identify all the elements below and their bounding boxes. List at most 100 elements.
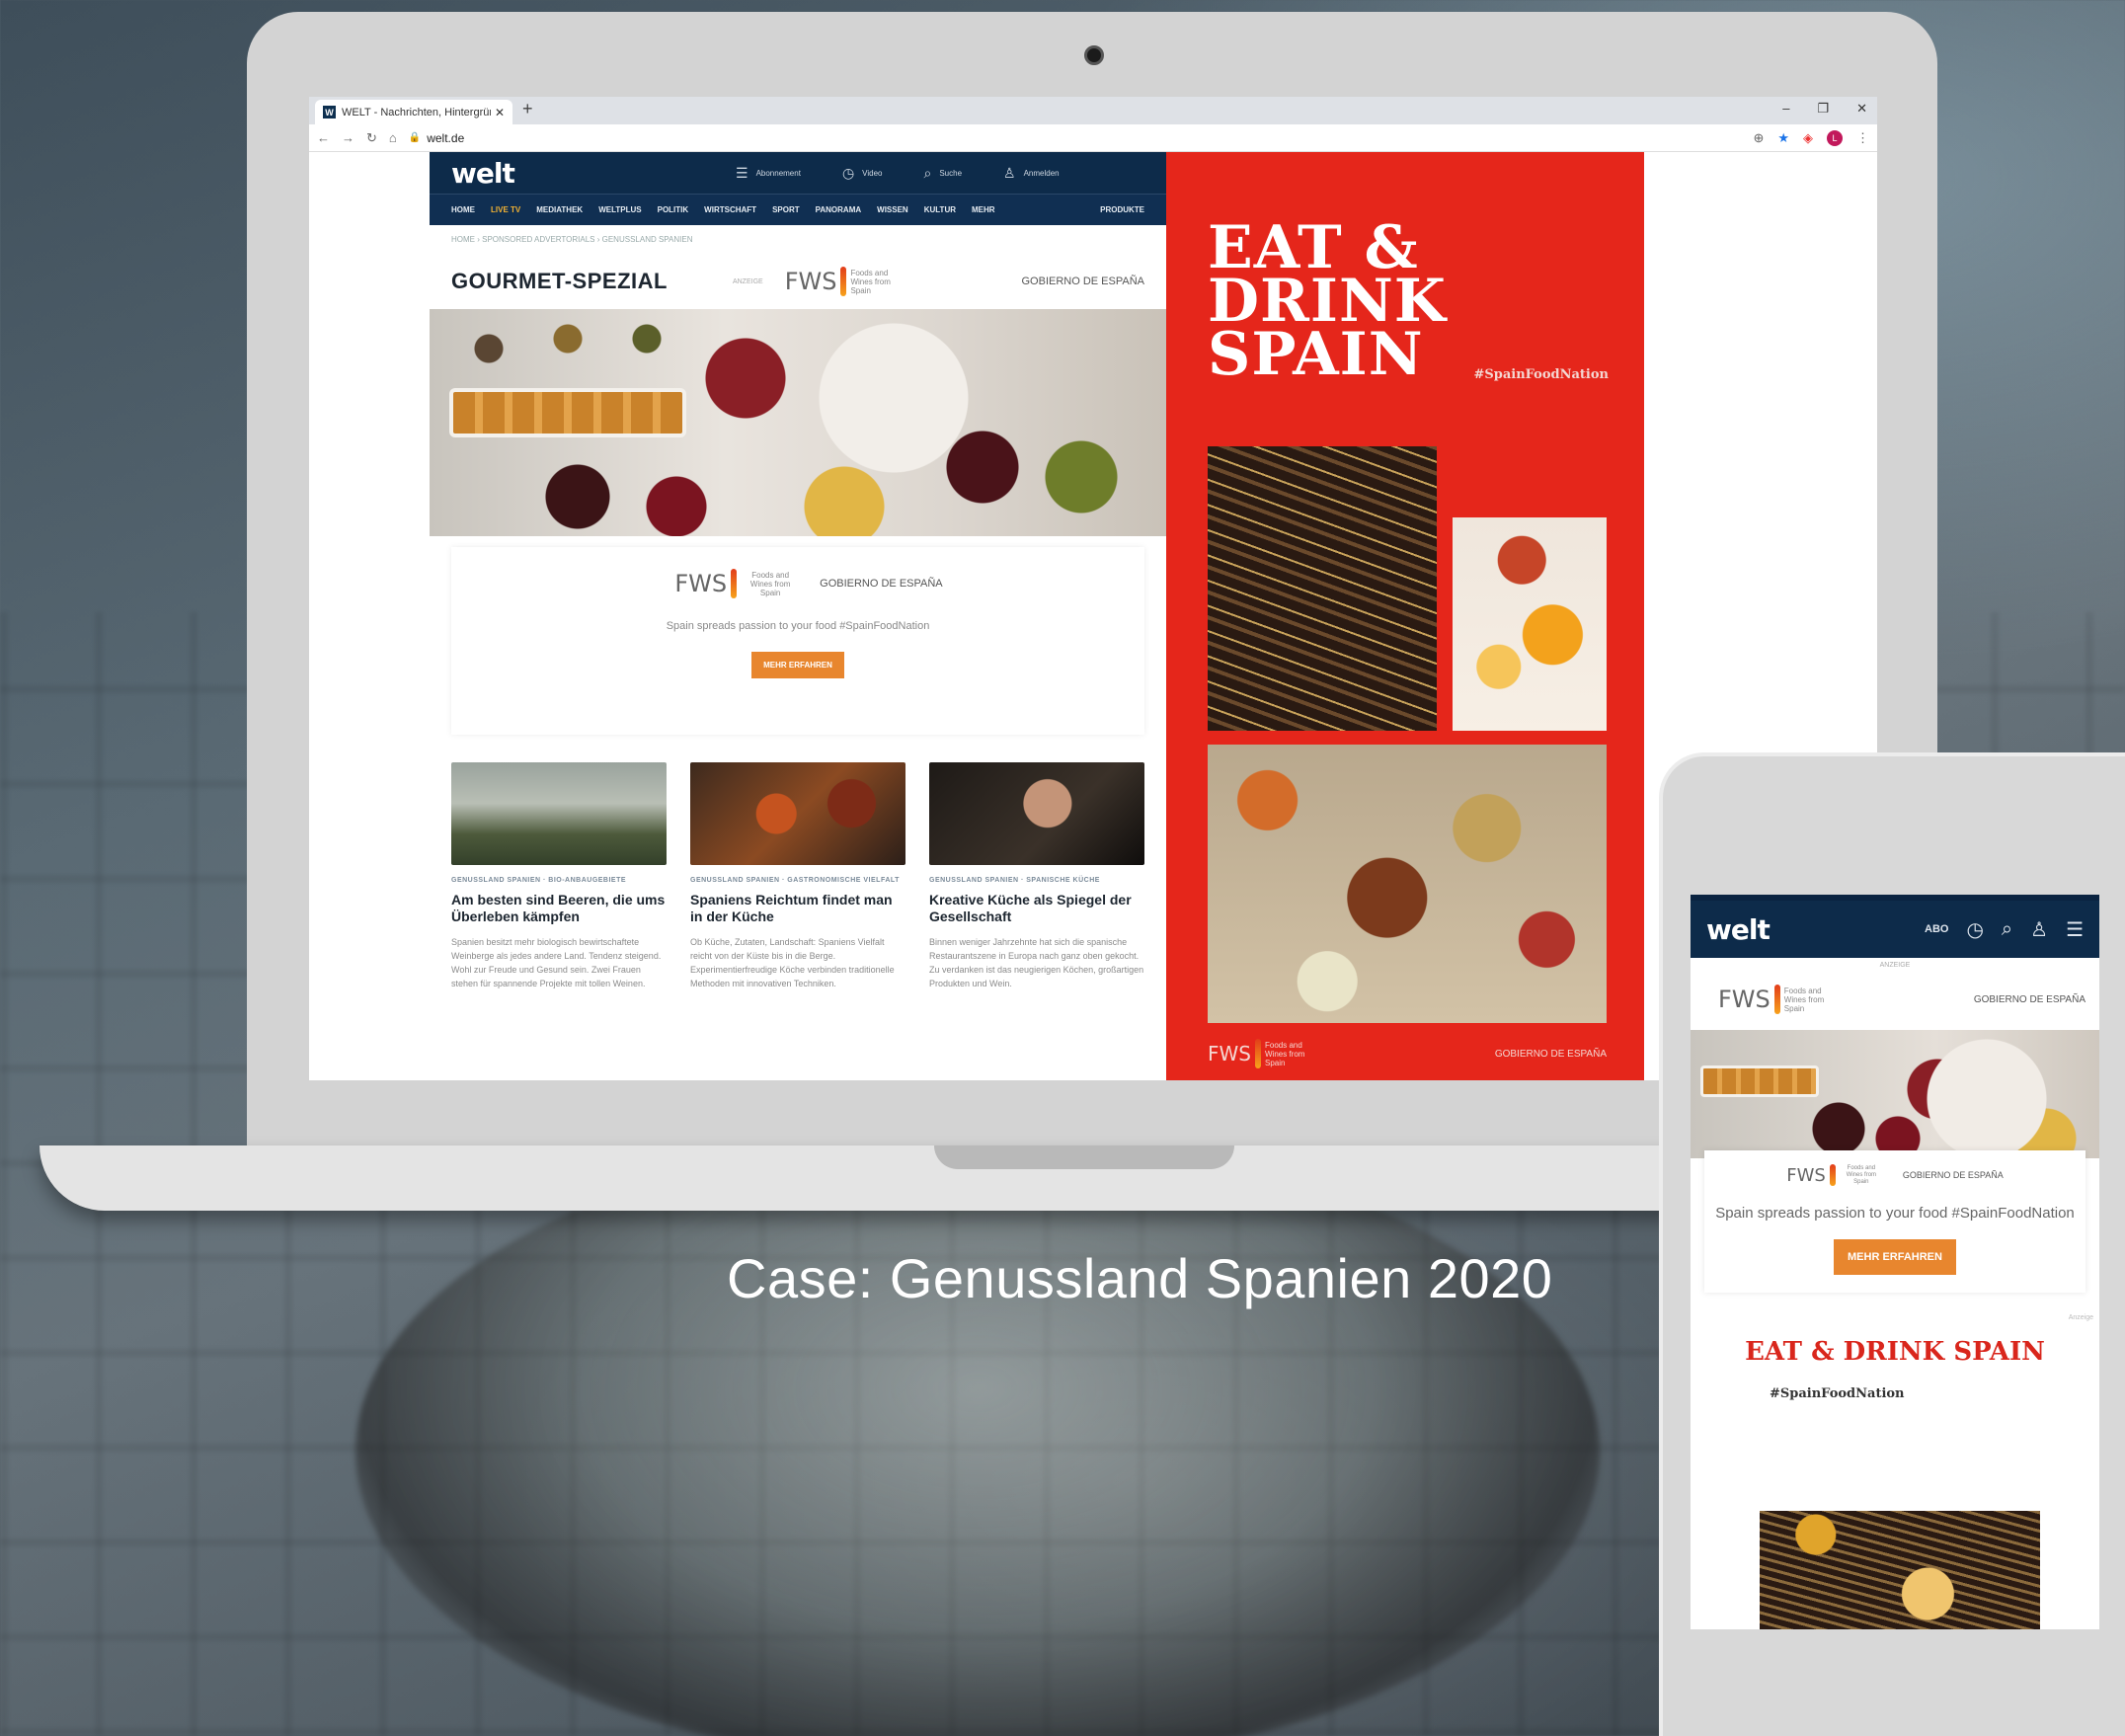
- nav-item-mediathek[interactable]: MEDIATHEK: [536, 205, 583, 214]
- tab-title: WELT - Nachrichten, Hintergründe: [342, 106, 491, 118]
- toolbar-right: ⊕ ★ ◈ L ⋮: [1753, 129, 1869, 146]
- back-icon[interactable]: ←: [317, 130, 330, 145]
- nav-item-kultur[interactable]: KULTUR: [924, 205, 956, 214]
- mobile-promo-box: FWS Foods and Wines from Spain GOBIERNO …: [1704, 1150, 2086, 1293]
- fws-swirl-icon: [840, 267, 847, 296]
- profile-avatar[interactable]: L: [1827, 129, 1843, 146]
- article-title[interactable]: Am besten sind Beeren, die ums Überleben…: [451, 892, 667, 925]
- nav-item-wissen[interactable]: WISSEN: [877, 205, 908, 214]
- mobile-fws-logo[interactable]: FWS Foods and Wines from Spain: [1718, 985, 1844, 1014]
- mobile-anzeige-label: ANZEIGE: [1879, 962, 1911, 969]
- url-text: welt.de: [427, 130, 465, 145]
- welt-site: welt ☰ Abonnement ◷ Video ⌕ Suche ♙ Anmelden…: [430, 152, 1166, 1080]
- fws-logo[interactable]: FWS Foods and Wines from Spain: [785, 267, 910, 296]
- window-controls: – ❐ ✕: [1782, 101, 1867, 117]
- header-items: ☰ Abonnement ◷ Video ⌕ Suche ♙ Anmelden: [736, 152, 1060, 194]
- article-image[interactable]: [451, 762, 667, 865]
- search-icon[interactable]: ⌕: [2002, 918, 2012, 941]
- mobile-abo-link[interactable]: ABO: [1925, 923, 1948, 935]
- home-icon[interactable]: ⌂: [389, 130, 397, 145]
- lock-icon: 🔒: [408, 132, 422, 143]
- main-nav: HOME LIVE TV MEDIATHEK WELTPLUS POLITIK …: [430, 194, 1166, 225]
- tapas-tray: [449, 388, 686, 437]
- header-item-video[interactable]: ◷ Video: [842, 165, 883, 182]
- ad-spain-gov-logo: GOBIERNO DE ESPAÑA: [1494, 1048, 1607, 1060]
- mobile-mehr-erfahren-button[interactable]: MEHR ERFAHREN: [1834, 1239, 1956, 1275]
- minimize-icon[interactable]: –: [1782, 101, 1789, 117]
- new-tab-button[interactable]: +: [522, 99, 533, 119]
- tapas-table-image: [1208, 745, 1607, 1023]
- article-card[interactable]: GENUSSLAND SPANIEN · BIO-ANBAUGEBIETE Am…: [451, 762, 667, 990]
- eat-drink-spain-ad[interactable]: EAT & DRINK SPAIN #SpainFoodNation FWS F…: [1166, 152, 1644, 1080]
- bookmark-star-icon[interactable]: ★: [1777, 130, 1789, 146]
- section-title: GOURMET-SPEZIAL: [451, 269, 668, 293]
- welt-favicon-icon: W: [323, 106, 336, 118]
- article-image[interactable]: [690, 762, 905, 865]
- article-kicker: GENUSSLAND SPANIEN · BIO-ANBAUGEBIETE: [451, 877, 627, 884]
- ad-hashtag: #SpainFoodNation: [1473, 367, 1609, 382]
- promo-text: Spain spreads passion to your food #Spai…: [666, 620, 930, 632]
- mobile-promo-spain-gov-logo: GOBIERNO DE ESPAÑA: [1902, 1170, 2004, 1180]
- promo-fws-logo: FWS Foods and Wines from Spain: [674, 569, 791, 598]
- promo-box: FWS Foods and Wines from Spain GOBIERNO …: [451, 547, 1144, 735]
- article-card[interactable]: GENUSSLAND SPANIEN · GASTRONOMISCHE VIEL…: [690, 762, 905, 990]
- breadcrumb[interactable]: HOME › SPONSORED ADVERTORIALS › GENUSSLA…: [430, 225, 1166, 244]
- mobile-welt-logo[interactable]: welt: [1706, 913, 1771, 946]
- nav-item-sport[interactable]: SPORT: [772, 205, 800, 214]
- hamburger-menu-icon[interactable]: ☰: [2066, 917, 2084, 942]
- mobile-ad-image[interactable]: [1760, 1511, 2040, 1629]
- tapas-tray: [1700, 1065, 1819, 1097]
- wine-bottles-image: [1208, 446, 1437, 731]
- phone-screen: welt ABO ◷ ⌕ ♙ ☰ ANZEIGE FWS Foods and W…: [1691, 895, 2099, 1629]
- close-tab-icon[interactable]: ✕: [495, 106, 505, 119]
- header-item-anmelden[interactable]: ♙ Anmelden: [1003, 165, 1060, 182]
- mobile-logos: FWS Foods and Wines from Spain GOBIERNO …: [1691, 969, 2099, 1014]
- add-icon[interactable]: ⊕: [1753, 130, 1764, 146]
- user-icon[interactable]: ♙: [2030, 917, 2048, 942]
- reload-icon[interactable]: ↻: [366, 130, 377, 146]
- restore-icon[interactable]: ❐: [1817, 101, 1829, 117]
- extension-icon[interactable]: ◈: [1803, 130, 1813, 146]
- article-kicker: GENUSSLAND SPANIEN · SPANISCHE KÜCHE: [929, 877, 1100, 884]
- article-card[interactable]: GENUSSLAND SPANIEN · SPANISCHE KÜCHE Kre…: [929, 762, 1144, 990]
- nav-item-panorama[interactable]: PANORAMA: [816, 205, 862, 214]
- nav-item-politik[interactable]: POLITIK: [658, 205, 689, 214]
- oranges-juice-image: [1453, 517, 1607, 731]
- case-caption: Case: Genussland Spanien 2020: [727, 1247, 1553, 1309]
- close-window-icon[interactable]: ✕: [1856, 101, 1867, 117]
- browser-tab[interactable]: W WELT - Nachrichten, Hintergründe ✕: [315, 100, 512, 124]
- timer-icon[interactable]: ◷: [1966, 917, 1983, 942]
- nav-item-mehr[interactable]: MEHR: [972, 205, 995, 214]
- nav-item-wirtschaft[interactable]: WIRTSCHAFT: [704, 205, 756, 214]
- article-image[interactable]: [929, 762, 1144, 865]
- header-item-suche[interactable]: ⌕ Suche: [923, 165, 962, 182]
- welt-logo[interactable]: welt: [451, 157, 515, 190]
- site-header: welt ☰ Abonnement ◷ Video ⌕ Suche ♙ Anmelden: [430, 152, 1166, 194]
- article-kicker: GENUSSLAND SPANIEN · GASTRONOMISCHE VIEL…: [690, 877, 900, 884]
- mobile-header: welt ABO ◷ ⌕ ♙ ☰: [1691, 895, 2099, 958]
- nav-item-home[interactable]: HOME: [451, 205, 475, 214]
- mobile-spain-gov-logo: GOBIERNO DE ESPAÑA: [1973, 993, 2086, 1005]
- article-teaser: Spanien besitzt mehr biologisch bewirtsc…: [451, 937, 662, 988]
- kebab-menu-icon[interactable]: ⋮: [1856, 130, 1869, 146]
- address-bar: ← → ↻ ⌂ 🔒 welt.de ⊕ ★ ◈ L ⋮: [309, 124, 1877, 152]
- mehr-erfahren-button[interactable]: MEHR ERFAHREN: [751, 652, 844, 678]
- url-field[interactable]: 🔒 welt.de: [409, 131, 1742, 145]
- nav-item-produkte[interactable]: PRODUKTE: [1100, 205, 1144, 214]
- mobile-ad-hashtag: #SpainFoodNation: [1770, 1386, 1905, 1401]
- nav-item-live-tv[interactable]: LIVE TV: [491, 205, 520, 214]
- mobile-ad-title[interactable]: EAT & DRINK SPAIN: [1691, 1337, 2099, 1367]
- fws-swirl-icon: [731, 569, 738, 598]
- nav-item-weltplus[interactable]: WELTPLUS: [598, 205, 641, 214]
- article-title[interactable]: Kreative Küche als Spiegel der Gesellsch…: [929, 892, 1144, 925]
- hero-food-image: [430, 309, 1166, 536]
- laptop-notch: [934, 1145, 1234, 1169]
- article-teaser: Binnen weniger Jahrzehnte hat sich die s…: [929, 937, 1144, 988]
- header-item-abonnement[interactable]: ☰ Abonnement: [736, 165, 801, 182]
- search-icon: ⌕: [923, 164, 932, 181]
- article-title[interactable]: Spaniens Reichtum findet man in der Küch…: [690, 892, 905, 925]
- web-page: welt ☰ Abonnement ◷ Video ⌕ Suche ♙ Anmelden…: [309, 152, 1877, 1080]
- browser-tab-bar: W WELT - Nachrichten, Hintergründe ✕ + –…: [309, 97, 1877, 124]
- mobile-promo-text: Spain spreads passion to your food #Spai…: [1715, 1205, 2075, 1222]
- forward-icon[interactable]: →: [342, 130, 354, 145]
